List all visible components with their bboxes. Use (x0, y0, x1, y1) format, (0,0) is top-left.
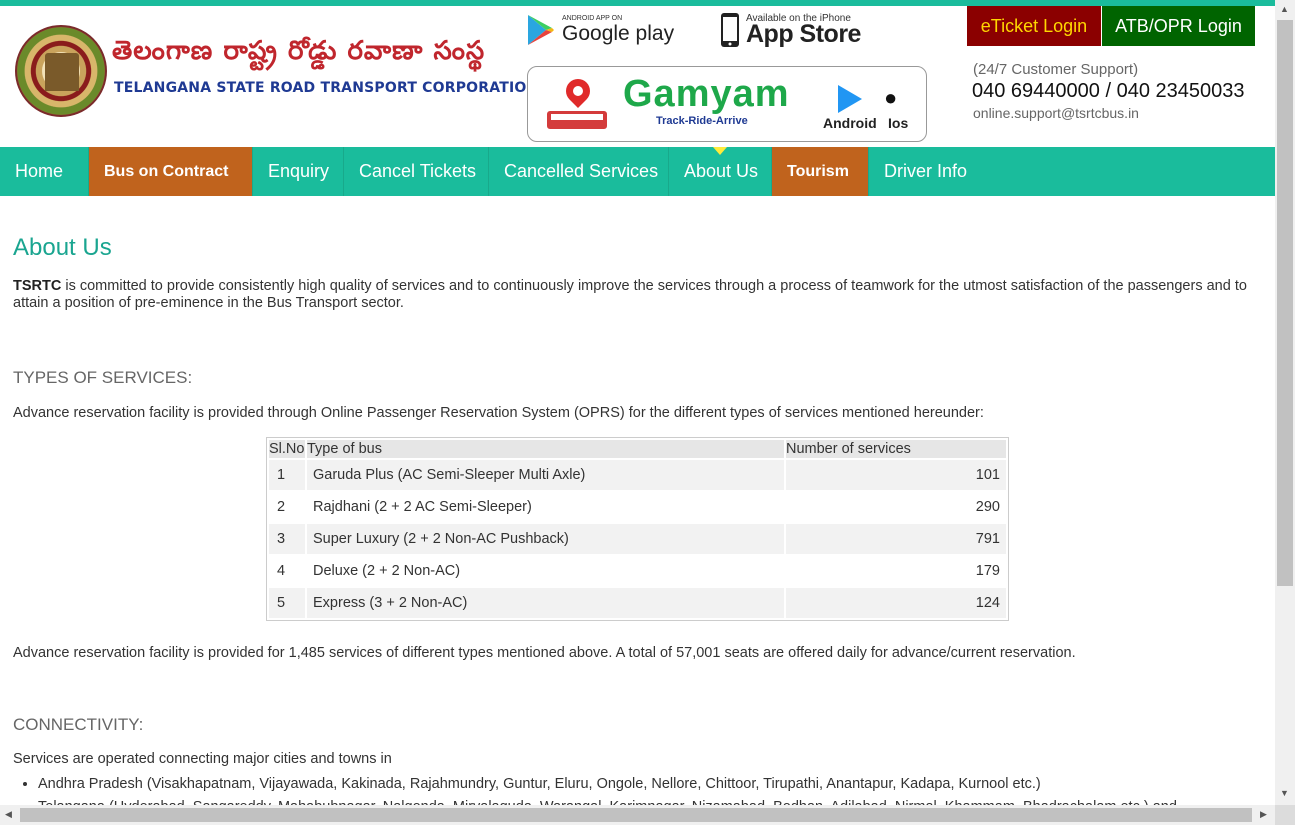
nav-tourism[interactable]: Tourism (772, 147, 869, 196)
services-table: Sl.No Type of bus Number of services 1 G… (266, 437, 1009, 621)
eticket-login-button[interactable]: eTicket Login (967, 6, 1101, 46)
vertical-scrollbar[interactable]: ▲ ▼ (1275, 0, 1295, 805)
table-cell-count: 179 (975, 563, 1000, 579)
horizontal-scroll-thumb[interactable] (20, 808, 1252, 822)
table-cell-slno: 2 (277, 499, 286, 515)
nav-enquiry[interactable]: Enquiry (253, 147, 344, 196)
org-name-english[interactable]: TELANGANA STATE ROAD TRANSPORT CORPORATI… (114, 80, 538, 96)
nav-home[interactable]: Home (0, 147, 89, 196)
app-store-badge[interactable]: Available on the iPhone App Store (720, 10, 861, 50)
table-row: 3 Super Luxury (2 + 2 Non-AC Pushback) 7… (269, 524, 1006, 554)
bus-icon (547, 111, 607, 129)
play-store-icon (838, 85, 862, 113)
main-content: About Us TSRTC is committed to provide c… (13, 230, 1258, 819)
support-email[interactable]: online.support@tsrtcbus.in (973, 105, 1139, 121)
nav-cancelled-services[interactable]: Cancelled Services (489, 147, 669, 196)
table-cell-count: 124 (786, 588, 1006, 618)
support-phone: 040 69440000 / 040 23450033 (972, 80, 1245, 102)
nav-cancel-tickets[interactable]: Cancel Tickets (344, 147, 489, 196)
connectivity-paragraph: Services are operated connecting major c… (13, 751, 392, 767)
gamyam-app-banner[interactable]: Gamyam Track-Ride-Arrive Android ● Ios (527, 66, 927, 142)
app-store-label: App Store (746, 20, 861, 48)
intro-paragraph: TSRTC is committed to provide consistent… (13, 278, 1258, 312)
table-cell-count: 290 (975, 499, 1000, 515)
table-cell-count: 101 (786, 460, 1006, 490)
nav-about-us[interactable]: About Us (669, 147, 772, 196)
table-cell-type: Deluxe (2 + 2 Non-AC) (313, 563, 461, 579)
location-pin-icon (561, 74, 595, 108)
services-paragraph: Advance reservation facility is provided… (13, 405, 984, 421)
scroll-up-icon[interactable]: ▲ (1280, 4, 1289, 14)
google-play-icon (528, 15, 554, 45)
connectivity-heading: CONNECTIVITY: (13, 715, 144, 734)
services-heading: TYPES OF SERVICES: (13, 368, 193, 387)
vertical-scroll-thumb[interactable] (1277, 20, 1293, 586)
scroll-down-icon[interactable]: ▼ (1280, 788, 1289, 798)
table-cell-count: 791 (786, 524, 1006, 554)
apple-icon: ● (884, 85, 898, 110)
table-row: 4 Deluxe (2 + 2 Non-AC) 179 (269, 556, 1006, 586)
table-cell-slno: 1 (269, 460, 305, 490)
table-cell-slno: 5 (269, 588, 305, 618)
main-nav: Home Bus on Contract Enquiry Cancel Tick… (0, 147, 1275, 196)
table-cell-type: Super Luxury (2 + 2 Non-AC Pushback) (307, 524, 784, 554)
table-cell-type: Garuda Plus (AC Semi-Sleeper Multi Axle) (307, 460, 784, 490)
nav-bus-on-contract[interactable]: Bus on Contract (89, 147, 253, 196)
gamyam-title: Gamyam (623, 73, 790, 115)
table-cell-type: Rajdhani (2 + 2 AC Semi-Sleeper) (313, 499, 532, 515)
table-header-slno: Sl.No (269, 440, 305, 458)
table-header-type: Type of bus (307, 440, 784, 458)
intro-bold: TSRTC (13, 278, 62, 294)
gamyam-tagline: Track-Ride-Arrive (656, 115, 748, 127)
org-name-telugu[interactable]: తెలంగాణ రాష్ట్ర రోడ్డు రవాణా సంస్థ (112, 36, 485, 72)
iphone-icon (721, 13, 739, 47)
scroll-left-icon[interactable]: ◀ (5, 809, 12, 820)
table-cell-slno: 4 (277, 563, 286, 579)
table-row: 5 Express (3 + 2 Non-AC) 124 (269, 588, 1006, 618)
list-item: Andhra Pradesh (Visakhapatnam, Vijayawad… (38, 773, 1258, 796)
table-row: 2 Rajdhani (2 + 2 AC Semi-Sleeper) 290 (269, 492, 1006, 522)
gamyam-ios-label: Ios (888, 115, 909, 131)
table-row: 1 Garuda Plus (AC Semi-Sleeper Multi Axl… (269, 460, 1006, 490)
page-title: About Us (13, 234, 112, 261)
table-cell-type: Express (3 + 2 Non-AC) (307, 588, 784, 618)
table-header-count: Number of services (786, 440, 1006, 458)
google-play-label: Google play (562, 22, 675, 45)
tsrtc-logo-icon[interactable] (15, 25, 107, 117)
google-play-badge[interactable]: ANDROID APP ON Google play (526, 10, 674, 50)
support-label: (24/7 Customer Support) (973, 61, 1139, 78)
intro-text: is committed to provide consistently hig… (13, 278, 1247, 311)
summary-paragraph: Advance reservation facility is provided… (13, 645, 1076, 661)
gamyam-android-label: Android (823, 115, 877, 131)
atb-opr-login-button[interactable]: ATB/OPR Login (1102, 6, 1255, 46)
nav-driver-info[interactable]: Driver Info (869, 147, 989, 196)
horizontal-scrollbar[interactable]: ◀ ▶ (0, 805, 1275, 825)
table-cell-slno: 3 (269, 524, 305, 554)
scrollbar-corner (1275, 805, 1295, 825)
scroll-right-icon[interactable]: ▶ (1260, 809, 1267, 820)
